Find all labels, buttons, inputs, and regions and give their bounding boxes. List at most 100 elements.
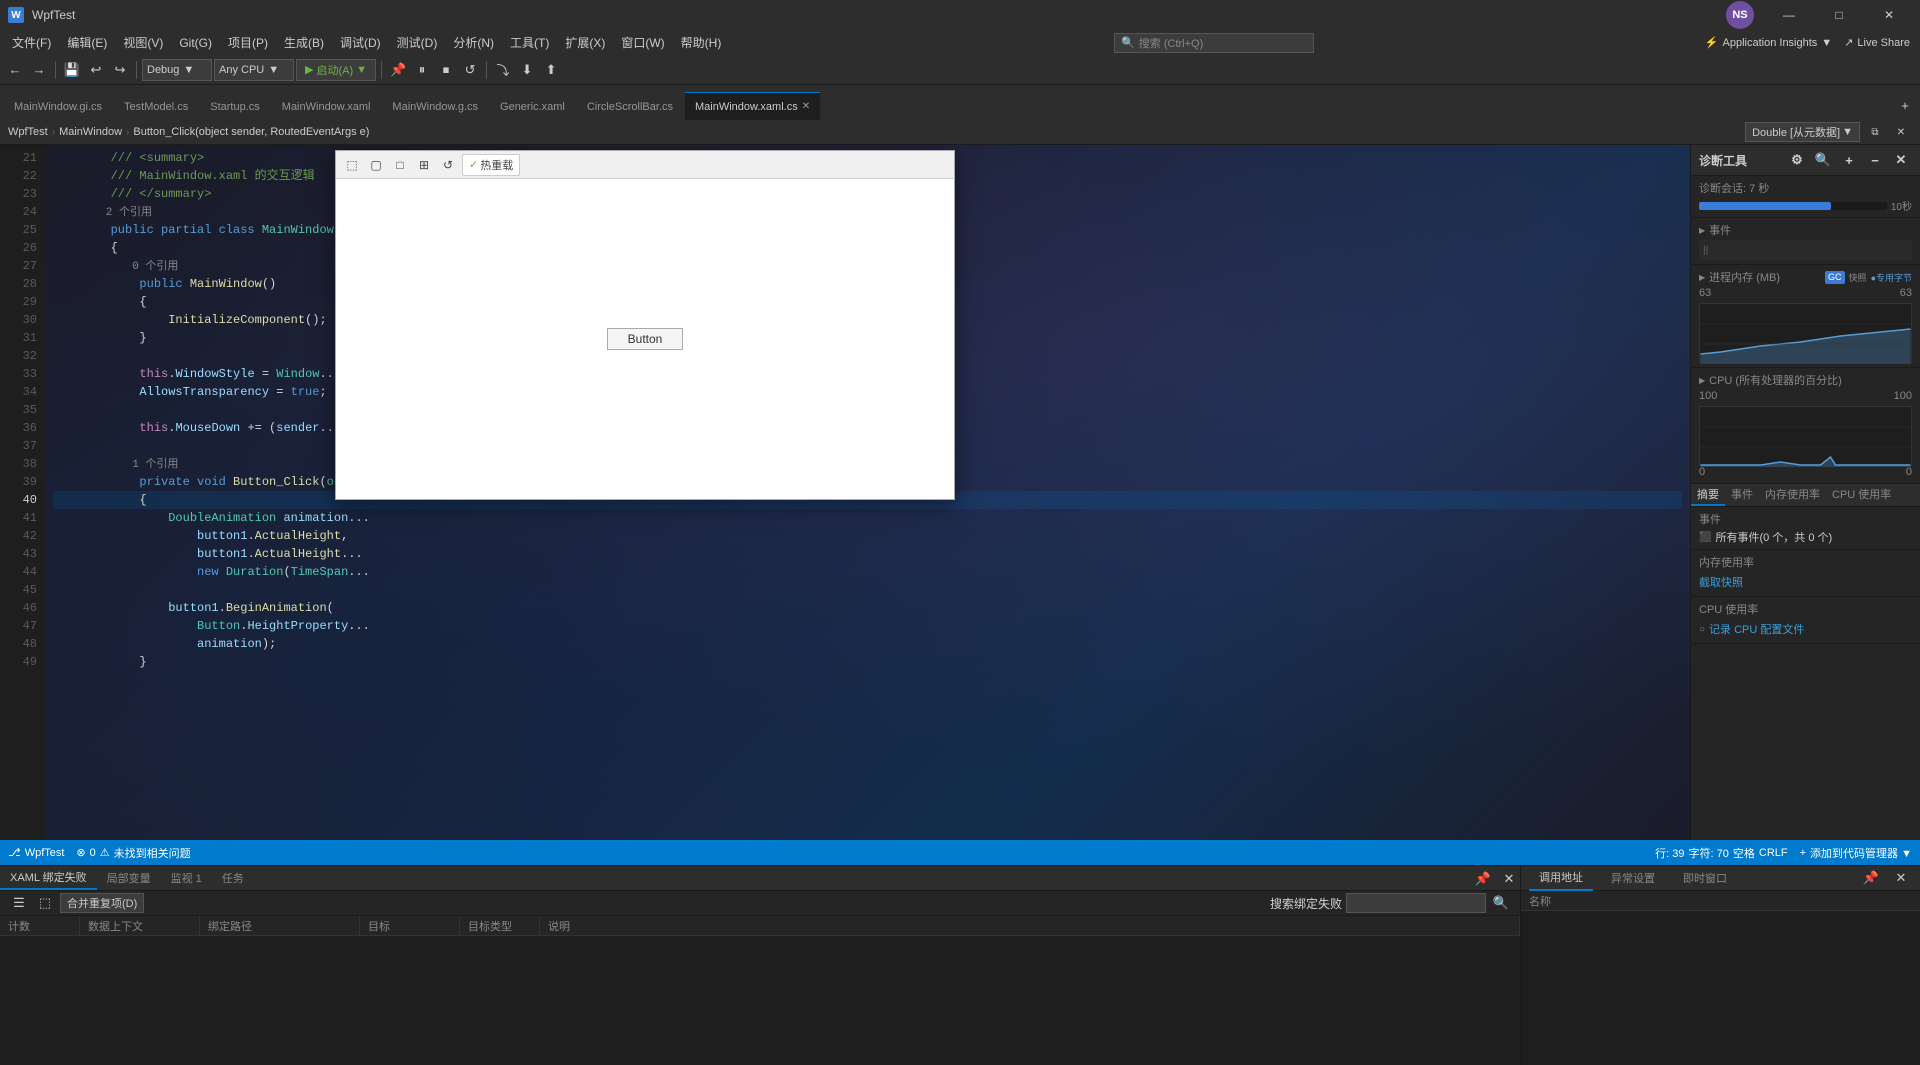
- tb-step-into[interactable]: ⬇: [516, 59, 538, 81]
- tab-tasks[interactable]: 任务: [212, 865, 254, 890]
- close-button[interactable]: ✕: [1866, 0, 1912, 30]
- binding-search-icon[interactable]: 🔍: [1490, 892, 1512, 914]
- line-num: 29: [0, 293, 37, 311]
- memory-title: ▶ 进程内存 (MB) GC 快照 ●专用字节: [1699, 269, 1912, 285]
- close-editor-button[interactable]: ✕: [1890, 121, 1912, 143]
- merge-duplicates-button[interactable]: 合并重复项(D): [60, 893, 144, 913]
- diag-tab-cpu[interactable]: CPU 使用率: [1826, 484, 1897, 506]
- tab-xaml-binding[interactable]: XAML 绑定失败: [0, 865, 97, 890]
- tab-startup[interactable]: Startup.cs: [200, 92, 270, 120]
- menu-project[interactable]: 项目(P): [220, 30, 276, 55]
- tab-immediate[interactable]: 即时窗口: [1673, 866, 1737, 891]
- title-bar: W WpfTest NS — □ ✕: [0, 0, 1920, 30]
- diag-settings-icon[interactable]: ⚙: [1786, 149, 1808, 171]
- errors-status[interactable]: ⊗ 0 ⚠ 未找到相关问题: [76, 845, 190, 861]
- wpf-demo-button[interactable]: Button: [607, 328, 684, 350]
- menu-window[interactable]: 窗口(W): [613, 30, 672, 55]
- line-num: 37: [0, 437, 37, 455]
- add-code-button[interactable]: + 添加到代码管理器 ▼: [1800, 845, 1912, 861]
- tab-circlescroll[interactable]: CircleScrollBar.cs: [577, 92, 683, 120]
- applied-close-icon[interactable]: ✕: [1890, 867, 1912, 889]
- tab-close-icon[interactable]: ✕: [802, 101, 810, 112]
- diag-tab-memory[interactable]: 内存使用率: [1759, 484, 1826, 506]
- cpu-values-row: 100 100: [1699, 390, 1912, 402]
- menu-git[interactable]: Git(G): [171, 30, 220, 55]
- cpu-profile-link[interactable]: 记录 CPU 配置文件: [1709, 619, 1804, 639]
- tab-exceptions[interactable]: 异常设置: [1601, 866, 1665, 891]
- tab-mainwindow-g[interactable]: MainWindow.g.cs: [382, 92, 488, 120]
- line-num: 41: [0, 509, 37, 527]
- debug-chevron: ▼: [183, 64, 194, 76]
- menu-help[interactable]: 帮助(H): [673, 30, 730, 55]
- line-num: 47: [0, 617, 37, 635]
- menu-test[interactable]: 测试(D): [389, 30, 446, 55]
- binding-toolbar-menu-icon[interactable]: ☰: [8, 892, 30, 914]
- menu-tools[interactable]: 工具(T): [502, 30, 557, 55]
- split-editor-button[interactable]: ⧉: [1864, 121, 1886, 143]
- tab-mainwindow-xaml[interactable]: MainWindow.xaml: [272, 92, 381, 120]
- git-branch-status[interactable]: ⎇ WpfTest: [8, 846, 64, 859]
- app-insights-button[interactable]: ⚡ Application Insights ▼: [1699, 36, 1838, 49]
- method-dropdown[interactable]: Double [从元数据] ▼: [1745, 122, 1860, 142]
- tab-locals[interactable]: 局部变量: [97, 865, 161, 890]
- bottom-panel-pin-icon[interactable]: 📌: [1472, 868, 1494, 890]
- tab-generic-xaml[interactable]: Generic.xaml: [490, 92, 575, 120]
- tb-restart[interactable]: ↺: [459, 59, 481, 81]
- line-num: 21: [0, 149, 37, 167]
- wpf-tb-select[interactable]: ▢: [366, 155, 386, 175]
- start-debug-button[interactable]: ▶ 启动(A) ▼: [296, 59, 376, 81]
- wpf-tb-box[interactable]: □: [390, 155, 410, 175]
- diag-zoom-in-icon[interactable]: +: [1838, 149, 1860, 171]
- tab-call-addr[interactable]: 调用地址: [1529, 866, 1593, 891]
- cpu-dropdown[interactable]: Any CPU ▼: [214, 59, 294, 81]
- binding-toolbar-filter-icon[interactable]: ⬚: [34, 892, 56, 914]
- menu-debug[interactable]: 调试(D): [332, 30, 389, 55]
- snapshot-link[interactable]: 截取快照: [1699, 572, 1912, 592]
- cpu-use-label: CPU 使用率: [1699, 601, 1912, 617]
- breadcrumb-project[interactable]: WpfTest: [8, 126, 48, 138]
- new-tab-button[interactable]: +: [1894, 94, 1916, 116]
- git-icon: ⎇: [8, 846, 21, 859]
- applied-pin-icon[interactable]: 📌: [1860, 867, 1882, 889]
- diag-close-icon[interactable]: ✕: [1890, 149, 1912, 171]
- code-line: button1.ActualHeight,: [53, 527, 1682, 545]
- breadcrumb-class[interactable]: MainWindow: [59, 126, 122, 138]
- tab-watch[interactable]: 监视 1: [161, 865, 212, 890]
- live-share-button[interactable]: ↗ Live Share: [1838, 36, 1916, 49]
- diag-zoom-out-icon[interactable]: −: [1864, 149, 1886, 171]
- tb-stop[interactable]: ⏹: [435, 59, 457, 81]
- menu-analyze[interactable]: 分析(N): [445, 30, 502, 55]
- tb-back[interactable]: ←: [4, 59, 26, 81]
- insights-chevron: ▼: [1821, 37, 1832, 49]
- tb-step-out[interactable]: ⬆: [540, 59, 562, 81]
- wpf-tb-refresh[interactable]: ↺: [438, 155, 458, 175]
- tab-mainwindow-xaml-cs[interactable]: MainWindow.xaml.cs ✕: [685, 92, 820, 120]
- wpf-tb-inspect[interactable]: ⬚: [342, 155, 362, 175]
- tb-forward[interactable]: →: [28, 59, 50, 81]
- bottom-panel-close-icon[interactable]: ✕: [1498, 868, 1520, 890]
- menu-view[interactable]: 视图(V): [115, 30, 171, 55]
- tb-break[interactable]: ⏸: [411, 59, 433, 81]
- diag-tab-summary[interactable]: 摘要: [1691, 484, 1725, 506]
- tb-save-all[interactable]: 💾: [61, 59, 83, 81]
- line-num: 46: [0, 599, 37, 617]
- maximize-button[interactable]: □: [1816, 0, 1862, 30]
- tab-mainwindow-gi[interactable]: MainWindow.gi.cs: [4, 92, 112, 120]
- wpf-tb-tree[interactable]: ⊞: [414, 155, 434, 175]
- debug-config-dropdown[interactable]: Debug ▼: [142, 59, 212, 81]
- tab-testmodel[interactable]: TestModel.cs: [114, 92, 198, 120]
- menu-extensions[interactable]: 扩展(X): [557, 30, 613, 55]
- minimize-button[interactable]: —: [1766, 0, 1812, 30]
- binding-search-input[interactable]: [1346, 893, 1486, 913]
- diag-search-icon[interactable]: 🔍: [1812, 149, 1834, 171]
- breadcrumb-method[interactable]: Button_Click(object sender, RoutedEventA…: [133, 126, 369, 138]
- tb-pin[interactable]: 📌: [387, 59, 409, 81]
- diag-tab-events[interactable]: 事件: [1725, 484, 1759, 506]
- wpf-hot-reload-button[interactable]: ✓ 热重载: [462, 154, 520, 176]
- tb-redo[interactable]: ↪: [109, 59, 131, 81]
- menu-file[interactable]: 文件(F): [4, 30, 59, 55]
- menu-build[interactable]: 生成(B): [276, 30, 332, 55]
- menu-edit[interactable]: 编辑(E): [59, 30, 115, 55]
- tb-step-over[interactable]: ⤵: [492, 59, 514, 81]
- tb-undo[interactable]: ↩: [85, 59, 107, 81]
